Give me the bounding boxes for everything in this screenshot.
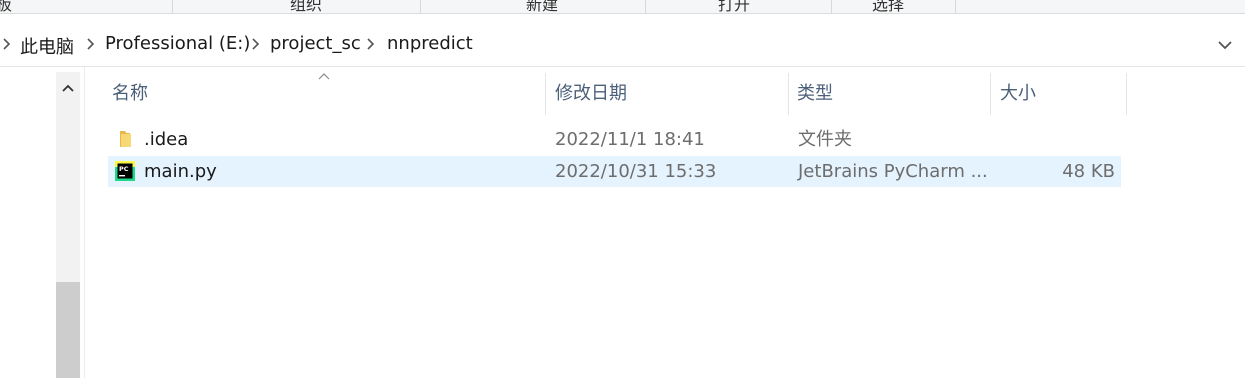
- folder-icon: [120, 131, 131, 147]
- scroll-up-icon[interactable]: [56, 72, 80, 106]
- ribbon-separator: [645, 0, 646, 13]
- file-name[interactable]: .idea: [144, 124, 188, 155]
- column-header-modified[interactable]: 修改日期: [547, 73, 788, 115]
- chevron-right-icon[interactable]: [364, 35, 378, 53]
- column-divider[interactable]: [1126, 73, 1127, 115]
- ribbon-separator: [172, 0, 173, 13]
- file-modified: 2022/11/1 18:41: [555, 129, 705, 150]
- pycharm-file-icon: PC: [115, 161, 135, 181]
- chevron-right-icon[interactable]: [0, 35, 14, 53]
- column-divider[interactable]: [545, 73, 546, 115]
- chevron-down-icon[interactable]: [1212, 34, 1238, 56]
- nav-pane-scroll-thumb[interactable]: [56, 282, 80, 378]
- file-size: 48 KB: [1062, 161, 1115, 182]
- ribbon-separator: [420, 0, 421, 13]
- file-name[interactable]: main.py: [144, 156, 217, 187]
- list-item[interactable]: .idea 2022/11/1 18:41 文件夹: [108, 124, 1121, 155]
- chevron-right-icon[interactable]: [84, 35, 98, 53]
- breadcrumb-drive-e[interactable]: Professional (E:): [105, 33, 250, 54]
- breadcrumb[interactable]: 此电脑 Professional (E:) project_sc nnpredi…: [0, 22, 1245, 67]
- column-header-name[interactable]: 名称: [104, 73, 545, 115]
- ribbon-separator: [831, 0, 832, 13]
- file-type: 文件夹: [798, 129, 852, 150]
- column-header-size[interactable]: 大小: [992, 73, 1126, 115]
- ribbon-group-labels: 板 组织 新建 打开 选择: [0, 0, 1245, 14]
- ribbon-separator: [955, 0, 956, 13]
- ribbon-group-open-label: 打开: [718, 0, 751, 14]
- file-modified: 2022/10/31 15:33: [555, 161, 717, 182]
- ribbon-group-select-label: 选择: [872, 0, 905, 14]
- breadcrumb-this-pc[interactable]: 此电脑: [20, 33, 74, 59]
- file-type: JetBrains PyCharm ...: [798, 161, 988, 182]
- breadcrumb-nnpredict[interactable]: nnpredict: [387, 33, 473, 54]
- svg-text:PC: PC: [119, 165, 129, 173]
- column-divider[interactable]: [990, 73, 991, 115]
- breadcrumb-project-sc[interactable]: project_sc: [270, 33, 361, 54]
- column-header-type[interactable]: 类型: [789, 73, 990, 115]
- chevron-right-icon[interactable]: [249, 35, 263, 53]
- ribbon-group-organize-label: 组织: [290, 0, 323, 14]
- ribbon-group-new-label: 新建: [526, 0, 559, 14]
- list-item-selected[interactable]: PC main.py 2022/10/31 15:33 JetBrains Py…: [108, 156, 1121, 187]
- ribbon-group-clipboard-label: 板: [0, 0, 12, 13]
